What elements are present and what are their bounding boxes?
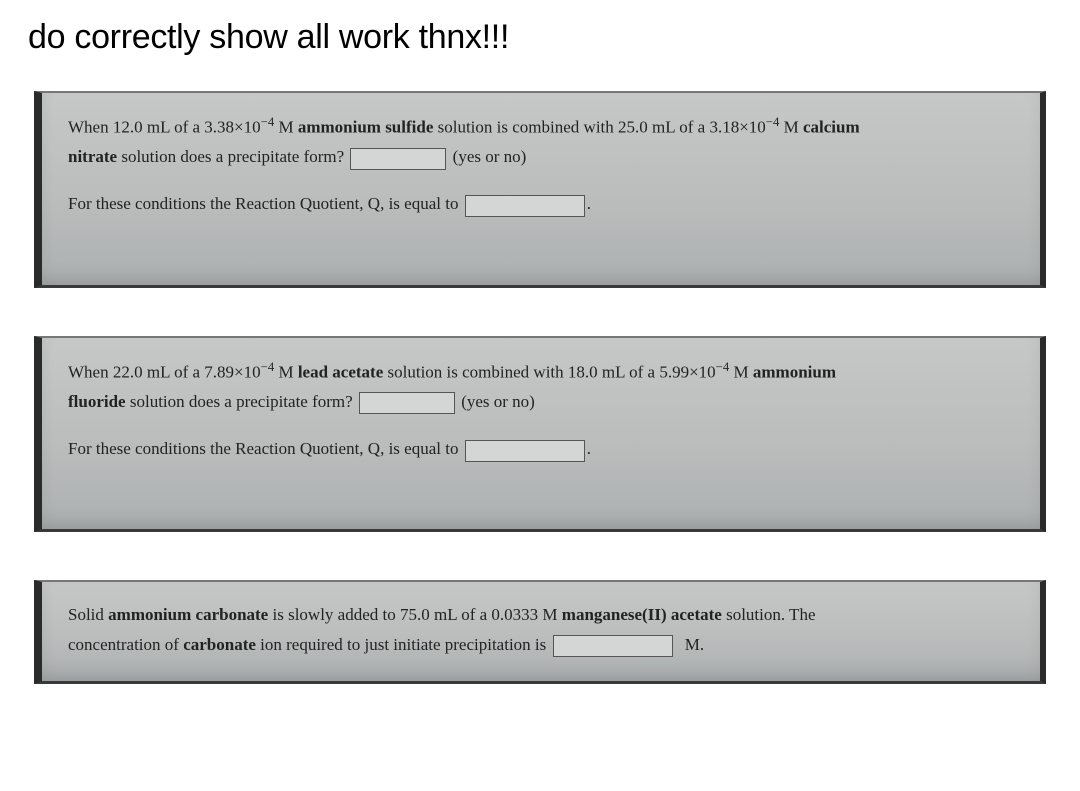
q2-yesno-input[interactable] <box>359 392 455 414</box>
q2-text: M <box>729 362 753 381</box>
q2-chem2: ammonium <box>753 362 836 381</box>
q2-text: When 22.0 mL of a 7.89×10 <box>68 362 261 381</box>
q1-chem1: ammonium sulfide <box>298 118 434 137</box>
page-title: do correctly show all work thnx!!! <box>0 0 1080 67</box>
q1-text: M <box>779 118 803 137</box>
q2-text: M <box>274 362 298 381</box>
q2-line2: fluoride solution does a precipitate for… <box>68 389 1014 415</box>
q3-text: concentration of <box>68 635 183 654</box>
q2-rq-text: For these conditions the Reaction Quotie… <box>68 439 458 458</box>
q2-q-input[interactable] <box>465 440 585 462</box>
q3-text: ion required to just initiate precipitat… <box>256 635 546 654</box>
q3-ion: carbonate <box>183 635 256 654</box>
q3-unit: M. <box>685 635 704 654</box>
q1-yesno-label: (yes or no) <box>453 147 527 166</box>
q1-text: M <box>274 118 298 137</box>
q1-text: When 12.0 mL of a 3.38×10 <box>68 118 261 137</box>
q1-chem2: calcium <box>803 118 860 137</box>
q2-chem2b: fluoride <box>68 392 126 411</box>
question-1: When 12.0 mL of a 3.38×10−4 M ammonium s… <box>34 91 1046 288</box>
q2-line3: For these conditions the Reaction Quotie… <box>68 436 1014 462</box>
q1-exp1: −4 <box>261 115 275 129</box>
q3-text: solution. The <box>722 605 816 624</box>
q2-line1: When 22.0 mL of a 7.89×10−4 M lead aceta… <box>68 358 1014 386</box>
q1-line2: nitrate solution does a precipitate form… <box>68 144 1014 170</box>
q3-line1: Solid ammonium carbonate is slowly added… <box>68 602 1014 628</box>
q3-text: is slowly added to 75.0 mL of a 0.0333 M <box>268 605 562 624</box>
q1-q-input[interactable] <box>465 195 585 217</box>
q3-conc-input[interactable] <box>553 635 673 657</box>
q2-text: solution does a precipitate form? <box>126 392 353 411</box>
q1-chem2b: nitrate <box>68 147 117 166</box>
q2-chem1: lead acetate <box>298 362 383 381</box>
question-2: When 22.0 mL of a 7.89×10−4 M lead aceta… <box>34 336 1046 533</box>
q2-text: solution is combined with 18.0 mL of a 5… <box>383 362 715 381</box>
q1-text: solution is combined with 25.0 mL of a 3… <box>433 118 765 137</box>
q1-line3: For these conditions the Reaction Quotie… <box>68 191 1014 217</box>
q3-line2: concentration of carbonate ion required … <box>68 632 1014 658</box>
q2-yesno-label: (yes or no) <box>461 392 535 411</box>
q1-exp2: −4 <box>766 115 780 129</box>
q1-text: solution does a precipitate form? <box>117 147 344 166</box>
q1-rq-text: For these conditions the Reaction Quotie… <box>68 194 458 213</box>
q2-exp2: −4 <box>716 360 730 374</box>
q2-exp1: −4 <box>261 360 275 374</box>
question-3: Solid ammonium carbonate is slowly added… <box>34 580 1046 684</box>
q1-yesno-input[interactable] <box>350 148 446 170</box>
q3-chem1: ammonium carbonate <box>108 605 268 624</box>
q3-chem2: manganese(II) acetate <box>562 605 722 624</box>
q1-line1: When 12.0 mL of a 3.38×10−4 M ammonium s… <box>68 113 1014 141</box>
q3-text: Solid <box>68 605 108 624</box>
